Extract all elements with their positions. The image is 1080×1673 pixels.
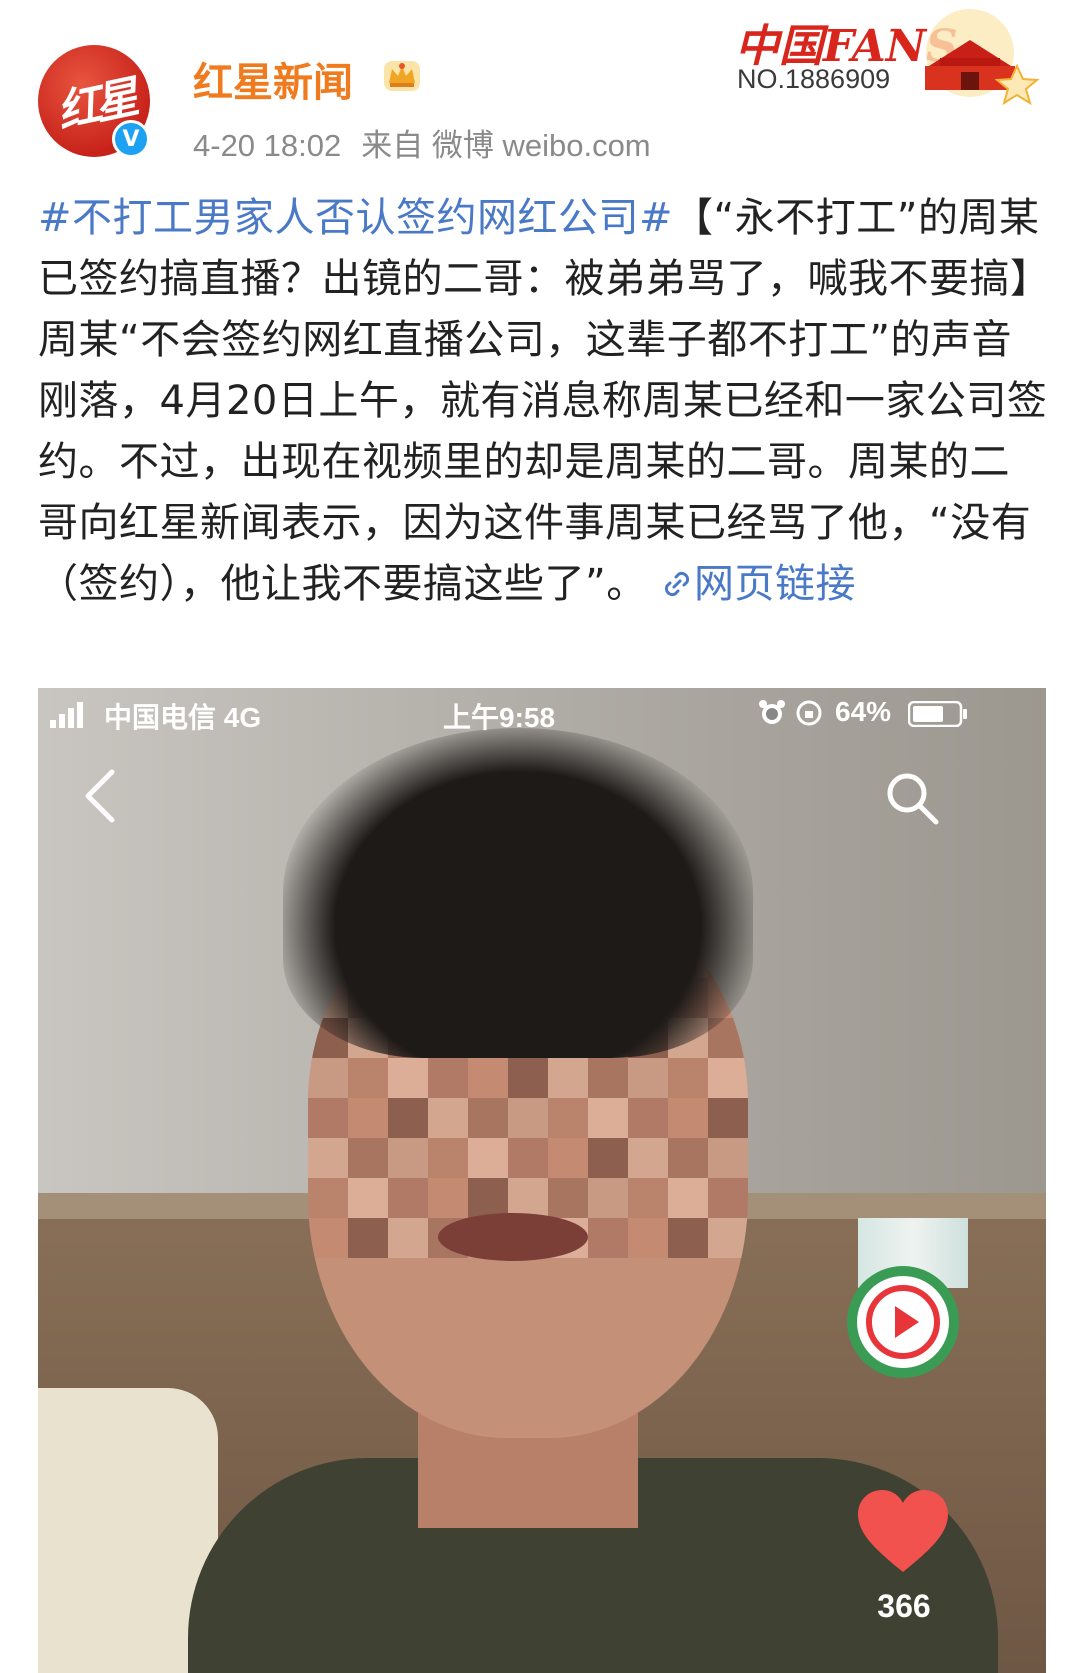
post-body: 【“永不打工”的周某已签约搞直播？出镜的二哥：被弟弟骂了，喊我不要搞】周某“不会… bbox=[38, 195, 1048, 607]
hashtag-link[interactable]: #不打工男家人否认签约网红公司# bbox=[38, 195, 673, 241]
fans-badge-number: NO.1886909 bbox=[737, 64, 891, 94]
account-name[interactable]: 红星新闻 bbox=[193, 50, 353, 108]
link-icon bbox=[664, 571, 689, 597]
post-header: 红星 V 红星新闻 4-20 18:02 来自 微博 weibo.com 中国FA… bbox=[0, 0, 1080, 170]
tiananmen-icon bbox=[925, 9, 1040, 106]
web-link-label: 网页链接 bbox=[693, 561, 856, 607]
web-link[interactable]: 网页链接 bbox=[660, 561, 856, 607]
person-mouth bbox=[438, 1213, 588, 1261]
post-time: 4-20 18:02 bbox=[193, 128, 342, 163]
battery-percent: 64% bbox=[835, 696, 892, 727]
play-button-icon[interactable] bbox=[844, 1263, 962, 1381]
carrier-label: 中国电信 4G bbox=[104, 702, 262, 733]
post-source[interactable]: 来自 微博 weibo.com bbox=[361, 128, 650, 163]
like-heart-icon[interactable] bbox=[856, 1488, 950, 1574]
battery-icon bbox=[908, 701, 967, 727]
alarm-icon bbox=[759, 700, 785, 724]
signal-icon bbox=[50, 702, 83, 728]
verified-icon: V bbox=[112, 120, 150, 158]
person-hair bbox=[283, 728, 753, 1058]
post-meta: 4-20 18:02 来自 微博 weibo.com bbox=[193, 120, 671, 165]
status-clock: 上午9:58 bbox=[443, 702, 556, 733]
video-screenshot[interactable]: 中国电信 4G 上午9:58 64% 366 bbox=[38, 688, 1046, 1673]
rotation-lock-icon bbox=[796, 700, 822, 726]
fans-badge[interactable]: 中国FANS NO.1886909 bbox=[725, 8, 1040, 108]
post-text: #不打工男家人否认签约网红公司#【“永不打工”的周某已签约搞直播？出镜的二哥：被… bbox=[38, 188, 1048, 615]
search-icon[interactable] bbox=[884, 770, 940, 826]
back-arrow-icon[interactable] bbox=[80, 768, 120, 824]
like-count: 366 bbox=[877, 1588, 931, 1624]
phone-status-bar: 中国电信 4G 上午9:58 64% bbox=[38, 688, 1046, 738]
crown-icon bbox=[384, 61, 420, 91]
